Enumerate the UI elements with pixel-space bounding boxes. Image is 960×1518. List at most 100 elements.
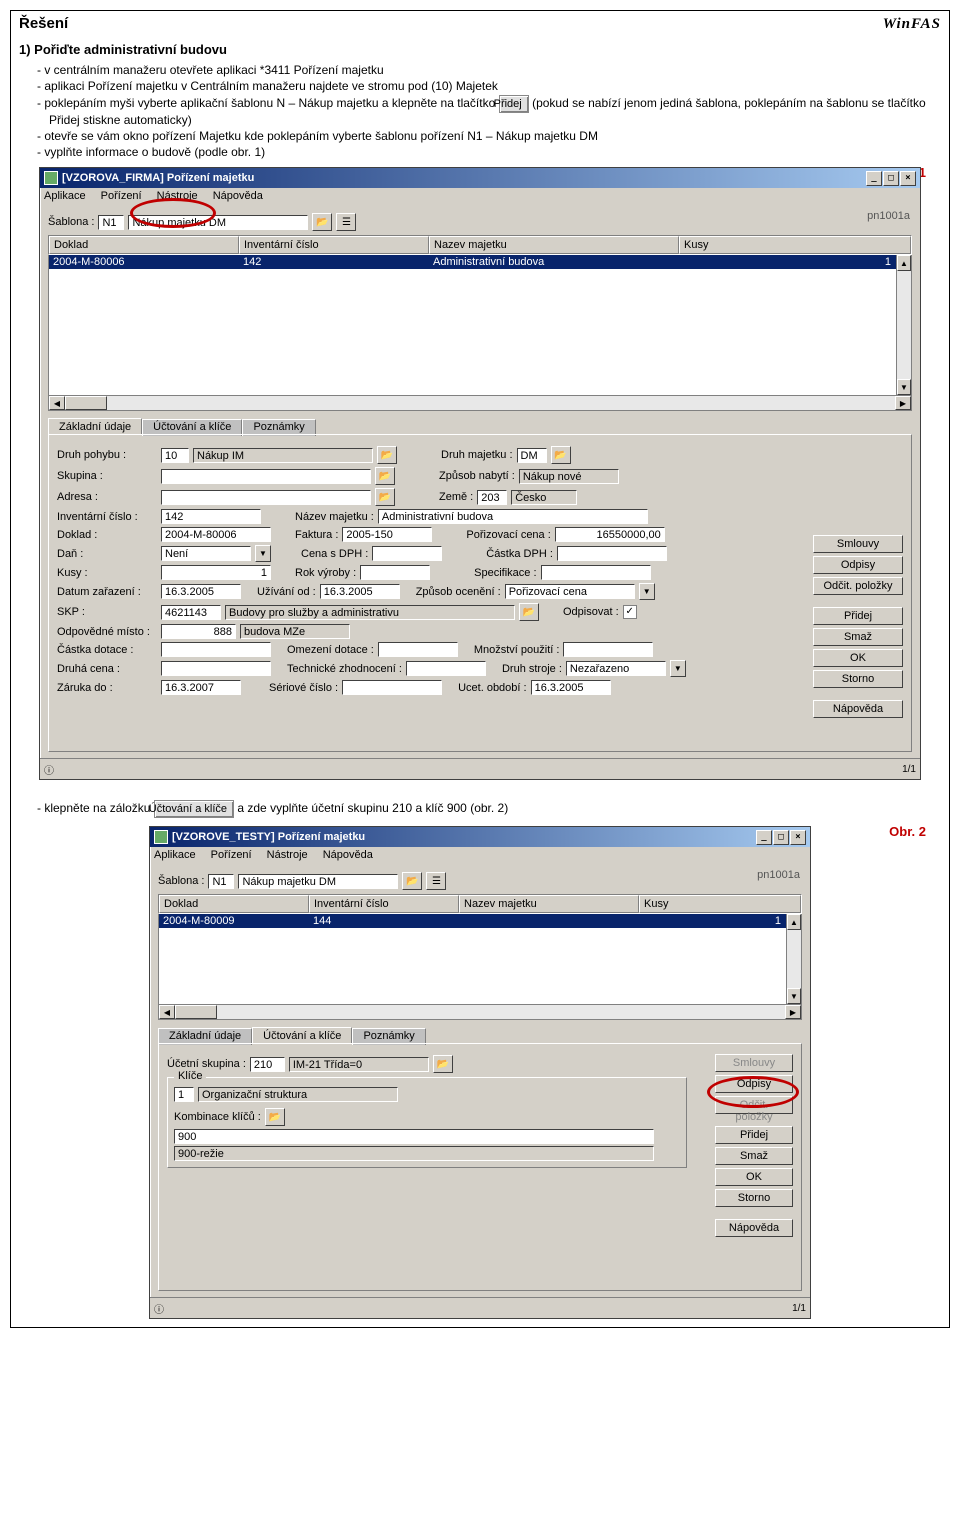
dan[interactable]: Není xyxy=(161,546,251,561)
sablona-code[interactable]: N1 xyxy=(208,874,234,889)
row-kusy[interactable]: 1 xyxy=(639,914,801,928)
menu-napoveda[interactable]: Nápověda xyxy=(213,190,263,202)
col-inv[interactable]: Inventární číslo xyxy=(309,895,459,913)
specifikace[interactable] xyxy=(541,565,651,580)
cena-dph[interactable] xyxy=(372,546,442,561)
skp-code[interactable]: 4621143 xyxy=(161,605,221,620)
row-nazev[interactable]: Administrativní budova xyxy=(429,255,679,269)
btn-pridej[interactable]: Přidej xyxy=(715,1126,793,1144)
zaruka-do[interactable]: 16.3.2007 xyxy=(161,680,241,695)
btn-odpisy[interactable]: Odpisy xyxy=(813,556,903,574)
tab-uctovani[interactable]: Účtování a klíče xyxy=(252,1027,352,1044)
btn-smlouvy[interactable]: Smlouvy xyxy=(715,1054,793,1072)
nazev-majetku[interactable]: Administrativní budova xyxy=(378,509,648,524)
btn-ok[interactable]: OK xyxy=(715,1168,793,1186)
btn-storno[interactable]: Storno xyxy=(715,1189,793,1207)
btn-smlouvy[interactable]: Smlouvy xyxy=(813,535,903,553)
minimize-button[interactable]: _ xyxy=(866,171,882,186)
odpisovat-checkbox[interactable]: ✓ xyxy=(623,605,637,619)
ucetni-skupina-code[interactable]: 210 xyxy=(250,1057,285,1072)
datum-zarazeni[interactable]: 16.3.2005 xyxy=(161,584,241,599)
dropdown-icon[interactable]: ▼ xyxy=(670,660,686,677)
col-doklad[interactable]: Doklad xyxy=(49,236,239,254)
row-doklad[interactable]: 2004-M-80006 xyxy=(49,255,239,269)
list-icon[interactable]: ☰ xyxy=(336,213,356,231)
menu-nastroje[interactable]: Nástroje xyxy=(267,849,308,861)
row-nazev[interactable] xyxy=(459,914,639,928)
folder-icon[interactable]: 📂 xyxy=(402,872,422,890)
castka-dph[interactable] xyxy=(557,546,667,561)
zeme-code[interactable]: 203 xyxy=(477,490,507,505)
dropdown-icon[interactable]: ▼ xyxy=(255,545,271,562)
row-inv[interactable]: 142 xyxy=(239,255,429,269)
maximize-button[interactable]: □ xyxy=(773,830,789,845)
adresa[interactable] xyxy=(161,490,371,505)
btn-smaz[interactable]: Smaž xyxy=(813,628,903,646)
row-doklad[interactable]: 2004-M-80009 xyxy=(159,914,309,928)
faktura[interactable]: 2005-150 xyxy=(342,527,432,542)
pridej-inline-button[interactable]: Přidej xyxy=(499,95,529,113)
zpusob-oceneni[interactable]: Pořizovací cena xyxy=(505,584,635,599)
scroll-up[interactable]: ▲ xyxy=(897,255,911,271)
seriove-cislo[interactable] xyxy=(342,680,442,695)
row-inv[interactable]: 144 xyxy=(309,914,459,928)
col-inv[interactable]: Inventární číslo xyxy=(239,236,429,254)
btn-napoveda[interactable]: Nápověda xyxy=(715,1219,793,1237)
col-kusy[interactable]: Kusy xyxy=(639,895,801,913)
druh-stroje[interactable]: Nezařazeno xyxy=(566,661,666,676)
btn-odcit[interactable]: Odčit. položky xyxy=(813,577,903,595)
tech-zhod[interactable] xyxy=(406,661,486,676)
browse-icon[interactable]: 📂 xyxy=(519,603,539,621)
minimize-button[interactable]: _ xyxy=(756,830,772,845)
druha-cena[interactable] xyxy=(161,661,271,676)
omezeni-dotace[interactable] xyxy=(378,642,458,657)
btn-pridej[interactable]: Přidej xyxy=(813,607,903,625)
menu-napoveda[interactable]: Nápověda xyxy=(323,849,373,861)
browse-icon[interactable]: 📂 xyxy=(375,488,395,506)
list-icon[interactable]: ☰ xyxy=(426,872,446,890)
scroll-up[interactable]: ▲ xyxy=(787,914,801,930)
browse-icon[interactable]: 📂 xyxy=(265,1108,285,1126)
scroll-down[interactable]: ▼ xyxy=(897,379,911,395)
dropdown-icon[interactable]: ▼ xyxy=(639,583,655,600)
browse-icon[interactable]: 📂 xyxy=(551,446,571,464)
col-kusy[interactable]: Kusy xyxy=(679,236,911,254)
sablona-code[interactable]: N1 xyxy=(98,215,124,230)
druh-majetku[interactable]: DM xyxy=(517,448,547,463)
scroll-left[interactable]: ◀ xyxy=(159,1005,175,1019)
row-kusy[interactable]: 1 xyxy=(679,255,911,269)
browse-icon[interactable]: 📂 xyxy=(377,446,397,464)
klic-code[interactable]: 1 xyxy=(174,1087,194,1102)
odp-misto-code[interactable]: 888 xyxy=(161,624,236,639)
inv-cislo[interactable]: 142 xyxy=(161,509,261,524)
uzivani-od[interactable]: 16.3.2005 xyxy=(320,584,400,599)
doklad[interactable]: 2004-M-80006 xyxy=(161,527,271,542)
col-nazev[interactable]: Nazev majetku xyxy=(429,236,679,254)
tab-inline-uctovani[interactable]: Účtování a klíče xyxy=(154,800,234,818)
menu-aplikace[interactable]: Aplikace xyxy=(154,849,196,861)
scroll-left[interactable]: ◀ xyxy=(49,396,65,410)
col-doklad[interactable]: Doklad xyxy=(159,895,309,913)
menu-aplikace[interactable]: Aplikace xyxy=(44,190,86,202)
menu-porizeni[interactable]: Pořízení xyxy=(101,190,142,202)
btn-ok[interactable]: OK xyxy=(813,649,903,667)
scroll-right[interactable]: ▶ xyxy=(785,1005,801,1019)
close-button[interactable]: × xyxy=(790,830,806,845)
maximize-button[interactable]: □ xyxy=(883,171,899,186)
sablona-name[interactable]: Nákup majetku DM xyxy=(238,874,398,889)
rok-vyroby[interactable] xyxy=(360,565,430,580)
status-info-icon[interactable]: ⓘ xyxy=(154,1301,164,1316)
btn-smaz[interactable]: Smaž xyxy=(715,1147,793,1165)
browse-icon[interactable]: 📂 xyxy=(375,467,395,485)
scroll-right[interactable]: ▶ xyxy=(895,396,911,410)
tab-zakladni[interactable]: Základní údaje xyxy=(48,418,142,435)
menu-porizeni[interactable]: Pořízení xyxy=(211,849,252,861)
col-nazev[interactable]: Nazev majetku xyxy=(459,895,639,913)
status-info-icon[interactable]: ⓘ xyxy=(44,762,54,777)
mnozstvi-pouziti[interactable] xyxy=(563,642,653,657)
btn-napoveda[interactable]: Nápověda xyxy=(813,700,903,718)
castka-dotace[interactable] xyxy=(161,642,271,657)
btn-storno[interactable]: Storno xyxy=(813,670,903,688)
browse-icon[interactable]: 📂 xyxy=(433,1055,453,1073)
porizovaci-cena[interactable]: 16550000,00 xyxy=(555,527,665,542)
